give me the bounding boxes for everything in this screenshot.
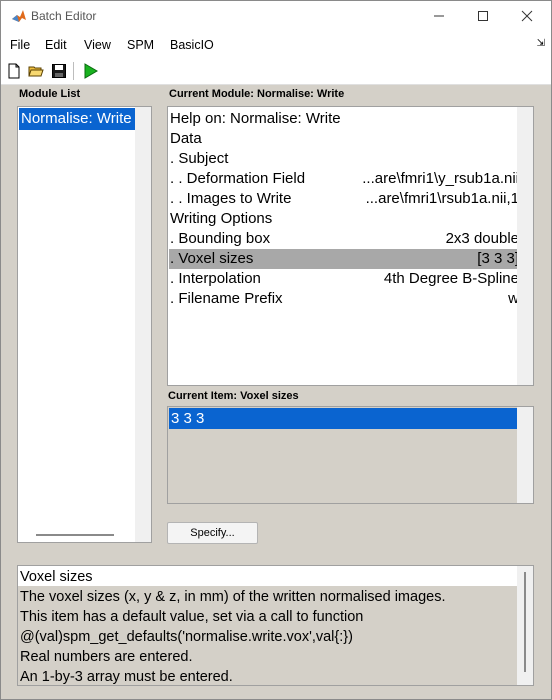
minimize-icon bbox=[434, 15, 444, 17]
help-line: This item has a default value, set via a… bbox=[20, 609, 364, 625]
run-icon[interactable] bbox=[82, 63, 98, 79]
current-item-value[interactable]: 3 3 3 bbox=[169, 408, 517, 429]
help-line: The voxel sizes (x, y & z, in mm) of the… bbox=[20, 589, 446, 605]
maximize-icon bbox=[478, 11, 488, 21]
module-list-hscroll-thumb[interactable] bbox=[36, 534, 114, 536]
current-item-list[interactable]: 3 3 3 bbox=[167, 406, 534, 504]
module-list-scrollbar[interactable] bbox=[135, 107, 151, 542]
help-panel: Voxel sizes The voxel sizes (x, y & z, i… bbox=[17, 565, 534, 686]
cm-row-label: . Subject bbox=[170, 150, 229, 167]
menu-bar: File Edit View SPM BasicIO ⇲ bbox=[1, 33, 551, 57]
current-item-label: Current Item: Voxel sizes bbox=[168, 390, 299, 402]
cm-row-value: 4th Degree B-Spline bbox=[383, 270, 519, 287]
cm-row-data[interactable]: Data bbox=[169, 129, 519, 149]
current-module-list[interactable]: Help on: Normalise: Write Data . Subject… bbox=[167, 106, 534, 386]
cm-row-value: [3 3 3] bbox=[477, 250, 519, 267]
cm-row-label: Data bbox=[170, 130, 202, 147]
close-icon bbox=[521, 10, 533, 22]
cm-row-bounding-box[interactable]: . Bounding box 2x3 double bbox=[169, 229, 519, 249]
cm-row-label: . Voxel sizes bbox=[170, 250, 254, 267]
toolbar bbox=[1, 57, 551, 85]
help-line: Real numbers are entered. bbox=[20, 649, 193, 665]
cm-row-interpolation[interactable]: . Interpolation 4th Degree B-Spline bbox=[169, 269, 519, 289]
cm-row-voxel-sizes[interactable]: . Voxel sizes [3 3 3] bbox=[169, 249, 519, 269]
current-module-scrollbar[interactable] bbox=[517, 107, 533, 385]
open-folder-icon[interactable] bbox=[28, 63, 44, 79]
help-scroll-thumb[interactable] bbox=[524, 572, 526, 672]
cm-row-label: Help on: Normalise: Write bbox=[170, 110, 341, 127]
help-title: Voxel sizes bbox=[20, 569, 93, 585]
toolbar-separator bbox=[73, 62, 74, 80]
cm-row-label: . Filename Prefix bbox=[170, 290, 283, 307]
cm-row-filename-prefix[interactable]: . Filename Prefix w bbox=[169, 289, 519, 309]
batch-editor-window: Batch Editor File Edit View SPM BasicIO … bbox=[0, 0, 552, 700]
menu-overflow-icon[interactable]: ⇲ bbox=[537, 38, 545, 49]
cm-row-images-to-write[interactable]: . . Images to Write ...are\fmri1\rsub1a.… bbox=[169, 189, 519, 209]
menu-view[interactable]: View bbox=[84, 38, 111, 52]
module-list-item[interactable]: Normalise: Write bbox=[19, 108, 135, 130]
cm-row-subject[interactable]: . Subject bbox=[169, 149, 519, 169]
cm-row-label: . Bounding box bbox=[170, 230, 271, 247]
module-list[interactable]: Normalise: Write bbox=[17, 106, 152, 543]
help-scrollbar[interactable] bbox=[517, 566, 533, 685]
minimize-button[interactable] bbox=[425, 5, 453, 27]
cm-row-label: . . Deformation Field bbox=[170, 170, 306, 187]
cm-row-writing-options[interactable]: Writing Options bbox=[169, 209, 519, 229]
help-title-highlight bbox=[18, 566, 518, 586]
menu-basicio[interactable]: BasicIO bbox=[170, 38, 214, 52]
matlab-icon bbox=[12, 10, 26, 22]
help-line: @(val)spm_get_defaults('normalise.write.… bbox=[20, 629, 353, 645]
menu-file[interactable]: File bbox=[10, 38, 30, 52]
close-button[interactable] bbox=[513, 5, 541, 27]
cm-row-deformation-field[interactable]: . . Deformation Field ...are\fmri1\y_rsu… bbox=[169, 169, 519, 189]
cm-row-value: ...are\fmri1\rsub1a.nii,1 bbox=[365, 190, 519, 207]
cm-row-help[interactable]: Help on: Normalise: Write bbox=[169, 109, 519, 129]
current-item-scrollbar[interactable] bbox=[517, 407, 533, 503]
cm-row-value: ...are\fmri1\y_rsub1a.nii bbox=[362, 170, 519, 187]
module-list-label: Module List bbox=[19, 88, 81, 100]
cm-row-label: Writing Options bbox=[170, 210, 273, 227]
help-line: An 1-by-3 array must be entered. bbox=[20, 669, 233, 685]
save-icon[interactable] bbox=[51, 63, 67, 79]
menu-spm[interactable]: SPM bbox=[127, 38, 154, 52]
cm-row-label: . . Images to Write bbox=[170, 190, 292, 207]
maximize-button[interactable] bbox=[469, 5, 497, 27]
title-bar: Batch Editor bbox=[1, 1, 551, 33]
current-module-label: Current Module: Normalise: Write bbox=[169, 88, 345, 100]
menu-edit[interactable]: Edit bbox=[45, 38, 67, 52]
cm-row-label: . Interpolation bbox=[170, 270, 261, 287]
cm-row-value: 2x3 double bbox=[445, 230, 519, 247]
new-file-icon[interactable] bbox=[6, 63, 22, 79]
specify-button[interactable]: Specify... bbox=[167, 522, 258, 544]
window-title: Batch Editor bbox=[31, 9, 97, 23]
